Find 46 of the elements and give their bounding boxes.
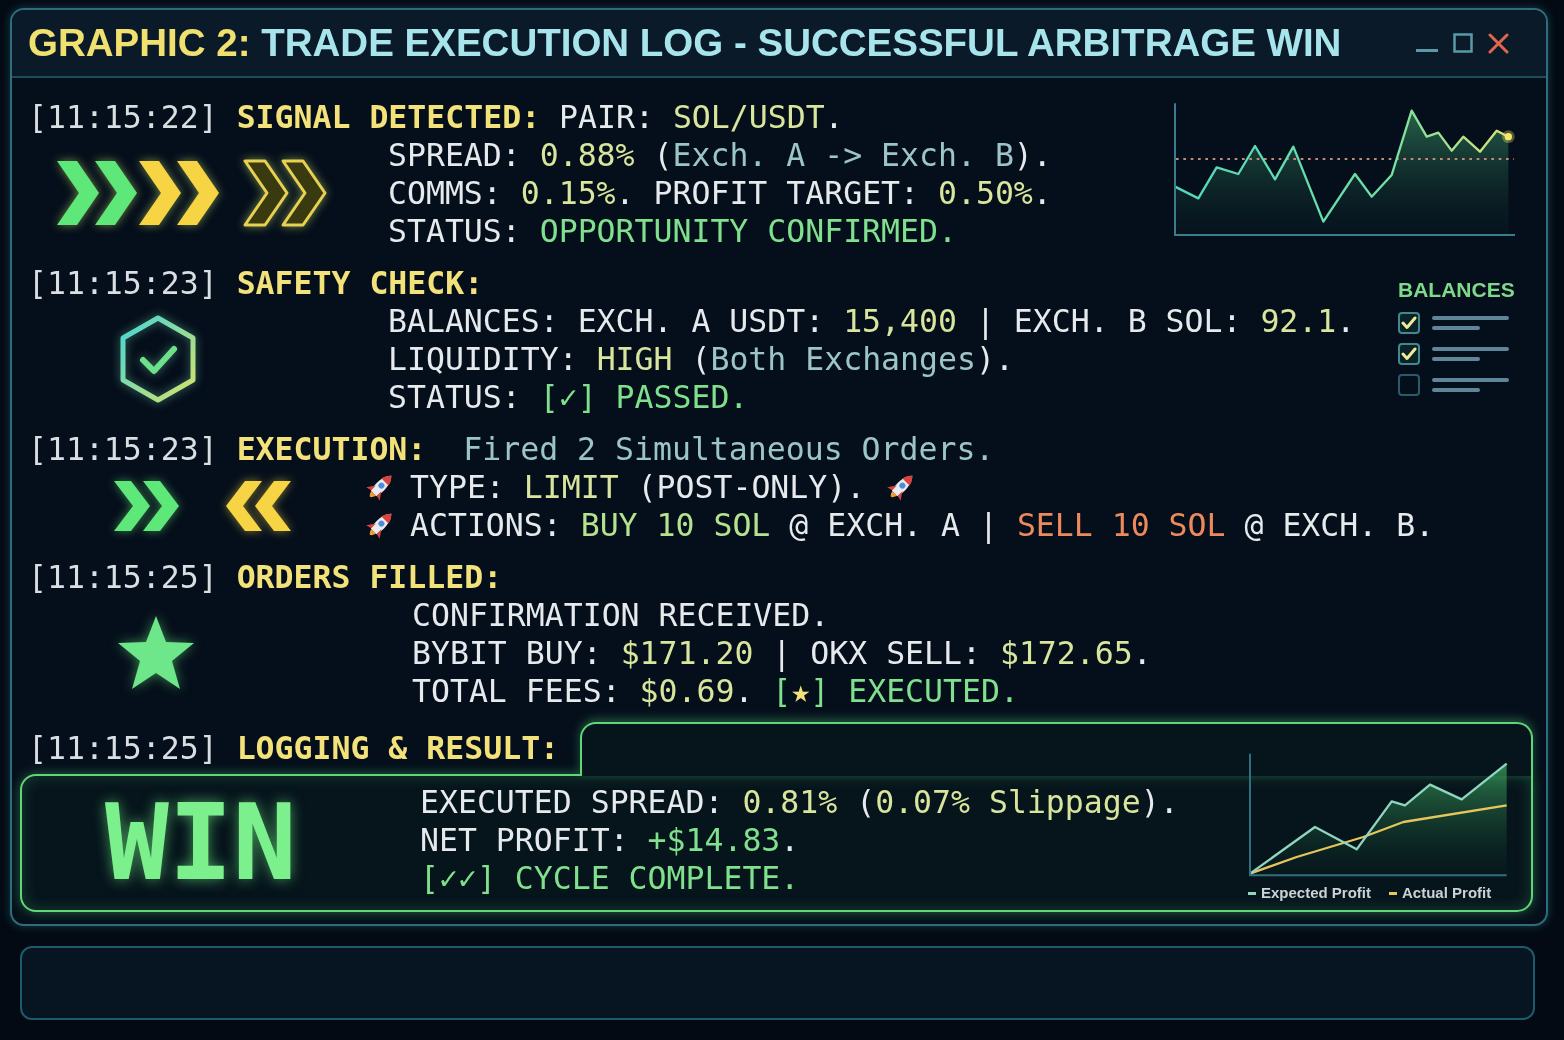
legend-label: Expected Profit bbox=[1261, 884, 1372, 902]
checkmark-icon bbox=[1401, 347, 1417, 361]
log-text: PAIR: SOL/USDT. bbox=[559, 98, 844, 136]
checkbox[interactable] bbox=[1398, 312, 1420, 334]
log-heading: SIGNAL DETECTED: bbox=[236, 98, 541, 136]
checkbox[interactable] bbox=[1398, 374, 1420, 396]
star-icon bbox=[116, 614, 196, 692]
log-line: STATUS: OPPORTUNITY CONFIRMED. bbox=[388, 212, 958, 250]
text-lines-icon bbox=[1432, 315, 1509, 331]
log-line: TYPE: LIMIT (POST-ONLY). bbox=[410, 468, 866, 506]
text-lines-icon bbox=[1432, 346, 1509, 362]
log-line: BALANCES: EXCH. A USDT: 15,400 | EXCH. B SOL: 92.1. bbox=[388, 302, 1356, 340]
widget-title: BALANCES bbox=[1398, 278, 1516, 302]
log-line: NET PROFIT: +$14.83. bbox=[420, 821, 801, 859]
log-heading: LOGGING & RESULT: bbox=[236, 729, 560, 767]
double-chevron-left-icon bbox=[226, 479, 292, 533]
maximize-icon[interactable] bbox=[1453, 33, 1473, 53]
chevron-arrows-icon bbox=[55, 159, 329, 227]
outcome-text: WIN bbox=[105, 793, 297, 893]
close-icon[interactable] bbox=[1488, 32, 1509, 54]
timestamp: [11:15:25] bbox=[28, 729, 218, 767]
log-line: ACTIONS: BUY 10 SOL @ EXCH. A | SELL 10 SOL @ EXCH. B. bbox=[410, 506, 1435, 544]
legend-label: Actual Profit bbox=[1402, 884, 1492, 902]
log-line: EXECUTED SPREAD: 0.81% (0.07% Slippage). bbox=[420, 783, 1179, 821]
timestamp: [11:15:25] bbox=[28, 558, 218, 596]
log-heading: SAFETY CHECK: bbox=[236, 264, 484, 302]
log-line: LIQUIDITY: HIGH (Both Exchanges). bbox=[388, 340, 1015, 378]
timestamp: [11:15:23] bbox=[28, 430, 218, 468]
log-line: COMMS: 0.15%. PROFIT TARGET: 0.50%. bbox=[388, 174, 1052, 212]
log-heading: EXECUTION: bbox=[236, 430, 427, 468]
log-line: BYBIT BUY: $171.20 | OKX SELL: $172.65. bbox=[412, 634, 1152, 672]
log-line: [✓✓] CYCLE COMPLETE. bbox=[420, 859, 801, 897]
log-heading: ORDERS FILLED: bbox=[236, 558, 503, 596]
log-line: CONFIRMATION RECEIVED. bbox=[412, 596, 831, 634]
log-line: SPREAD: 0.88% (Exch. A -> Exch. B). bbox=[388, 136, 1052, 174]
log-line: TOTAL FEES: $0.69. [★] EXECUTED. bbox=[412, 672, 1020, 710]
timestamp: [11:15:23] bbox=[28, 264, 218, 302]
log-text: Fired 2 Simultaneous Orders. bbox=[463, 430, 995, 468]
log-line: STATUS: [✓] PASSED. bbox=[388, 378, 750, 416]
checkbox[interactable] bbox=[1398, 343, 1420, 365]
hexagon-check-icon bbox=[118, 314, 198, 404]
checkmark-icon bbox=[1401, 316, 1417, 330]
double-chevron-right-icon bbox=[114, 479, 180, 533]
window-title: GRAPHIC 2: TRADE EXECUTION LOG - SUCCESSFUL ARBITRAGE WIN bbox=[28, 21, 1342, 65]
timestamp: [11:15:22] bbox=[28, 98, 218, 136]
text-lines-icon bbox=[1432, 377, 1509, 393]
